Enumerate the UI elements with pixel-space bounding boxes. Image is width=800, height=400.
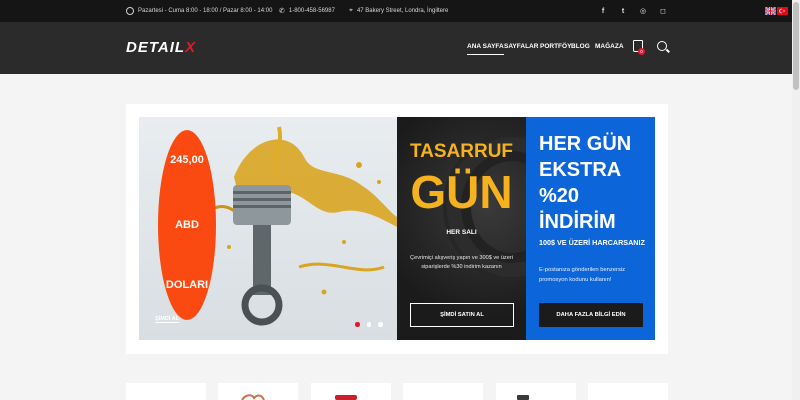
address-info: ⌖ 47 Bakery Street, Londra, İngiltere (349, 0, 448, 22)
clock-icon (126, 7, 134, 15)
category-card-3[interactable] (311, 383, 391, 400)
price-amount: 245,00 (170, 154, 204, 166)
category-card-2[interactable] (218, 383, 298, 400)
price-badge: 245,00 ABD DOLARI (158, 130, 216, 320)
nav-pages[interactable]: SAYFALAR (504, 43, 538, 50)
opening-hours-text: Pazartesi - Cuma 8:00 - 18:00 / Pazar 8:… (138, 8, 273, 14)
category-card-6[interactable] (588, 383, 668, 400)
turkey-flag-icon[interactable] (777, 7, 788, 15)
location-pin-icon: ⌖ (349, 7, 353, 14)
daily-title-line-3: %20 (539, 185, 580, 207)
product-thumbnail-icon (241, 394, 265, 400)
search-icon[interactable] (657, 41, 667, 51)
cart-count-badge: 0 (638, 48, 645, 55)
daily-title-line-1: HER GÜN (539, 133, 632, 155)
logo-x: X (185, 39, 197, 56)
daily-description: E-postanıza gönderilen benzersiz promosy… (539, 267, 626, 283)
hero-slider[interactable]: 245,00 ABD DOLARI ŞİMDİ AL (139, 117, 397, 340)
category-card-1[interactable] (126, 383, 206, 400)
piston-image (233, 185, 291, 326)
nav-shop[interactable]: MAĞAZA (595, 43, 624, 50)
address-text: 47 Bakery Street, Londra, İngiltere (356, 8, 449, 14)
twitter-icon[interactable]: t (618, 0, 628, 22)
daily-condition: 100$ VE ÜZERİ HARCARSANIZ (539, 238, 645, 247)
buy-now-button[interactable]: ŞİMDİ SATIN AL (410, 303, 514, 327)
daily-title-line-2: EKSTRA (539, 159, 622, 181)
top-bar: Pazartesi - Cuma 8:00 - 18:00 / Pazar 8:… (0, 0, 800, 22)
facebook-icon[interactable]: f (598, 0, 608, 22)
price-currency-word: DOLARI (165, 279, 209, 291)
uk-flag-icon[interactable] (765, 7, 776, 15)
price-currency: ABD (175, 219, 199, 231)
product-thumbnail-icon (517, 395, 529, 400)
phone-icon: ✆ (279, 8, 285, 15)
instagram-icon[interactable]: ◻ (658, 0, 668, 22)
slider-dot-1[interactable] (355, 322, 360, 327)
savings-description: Çevrimiçi alışveriş yapın ve 300$ ve üze… (410, 255, 513, 270)
slider-dot-2[interactable] (366, 322, 371, 327)
learn-more-button[interactable]: DAHA FAZLA BİLGİ EDİN (539, 303, 643, 327)
phone-text[interactable]: 1-800-458-56987 (289, 8, 335, 14)
dribbble-icon[interactable]: ◎ (638, 0, 648, 22)
opening-hours: Pazartesi - Cuma 8:00 - 18:00 / Pazar 8:… (126, 0, 272, 22)
slider-dot-3[interactable] (378, 322, 383, 327)
category-card-5[interactable] (496, 383, 576, 400)
every-tuesday-label: HER SALI (446, 229, 477, 236)
nav-blog[interactable]: BLOG (571, 43, 590, 50)
daily-discount-banner: HER GÜN EKSTRA %20 İNDİRİM 100$ VE ÜZERİ… (526, 117, 655, 340)
page-scrollbar[interactable] (792, 0, 800, 400)
day-title: GÜN (410, 166, 513, 218)
nav-home[interactable]: ANA SAYFA (467, 43, 504, 55)
logo-text: DETAIL (126, 39, 186, 56)
product-thumbnail-icon (335, 395, 357, 400)
savings-title: TASARRUF (409, 141, 514, 162)
scrollbar-thumb[interactable] (793, 2, 799, 90)
daily-title-line-4: İNDİRİM (539, 211, 616, 233)
nav-portfolio[interactable]: PORTFÖY (540, 43, 571, 50)
slider-buy-now-link[interactable]: ŞİMDİ AL (155, 316, 179, 323)
main-header: DETAILX ANA SAYFA SAYFALAR PORTFÖY BLOG … (0, 22, 800, 74)
phone-info[interactable]: ✆ 1-800-458-56987 (279, 0, 335, 22)
category-card-4[interactable] (403, 383, 483, 400)
site-logo[interactable]: DETAILX (126, 39, 196, 56)
savings-day-banner: TASARRUF GÜN HER SALI Çevrimiçi alışveri… (397, 117, 526, 340)
slider-pagination (355, 322, 383, 327)
